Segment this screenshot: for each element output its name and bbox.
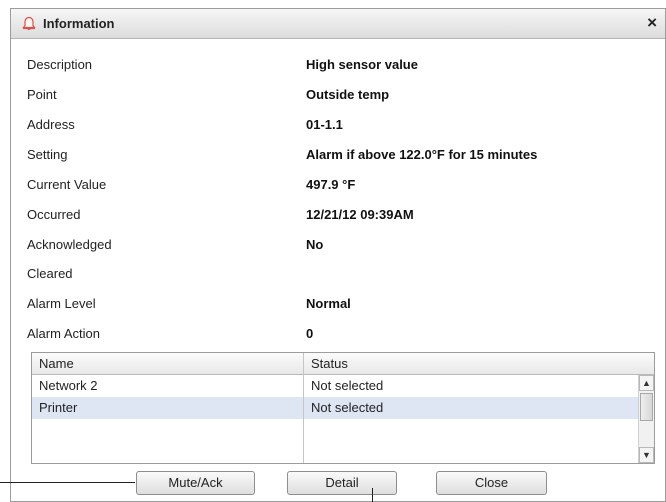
field-label: Address (27, 117, 75, 132)
field-acknowledged: Acknowledged No (27, 235, 647, 255)
field-label: Alarm Level (27, 296, 96, 311)
field-value: 0 (306, 326, 314, 341)
field-setting: Setting Alarm if above 122.0°F for 15 mi… (27, 145, 647, 165)
empty-table-area (32, 419, 304, 463)
field-point: Point Outside temp (27, 85, 647, 105)
callout-line-mute (0, 482, 135, 483)
scroll-down-icon[interactable]: ▼ (639, 447, 654, 463)
dialog-titlebar[interactable]: Information × (11, 9, 665, 39)
field-value: 12/21/12 09:39AM (306, 207, 414, 222)
field-label: Occurred (27, 207, 81, 222)
field-label: Acknowledged (27, 237, 112, 252)
scrollbar-thumb[interactable] (640, 393, 653, 421)
cell-status: Not selected (311, 378, 384, 393)
information-dialog: Information × Description High sensor va… (10, 8, 666, 502)
close-button[interactable]: Close (436, 471, 547, 495)
field-value: 497.9 °F (306, 177, 356, 192)
field-label: Current Value (27, 177, 107, 192)
table-header: Name Status (32, 353, 654, 375)
mute-ack-button[interactable]: Mute/Ack (136, 471, 255, 495)
field-occurred: Occurred 12/21/12 09:39AM (27, 205, 647, 225)
column-header-name[interactable]: Name (32, 353, 304, 375)
field-label: Cleared (27, 266, 73, 281)
field-description: Description High sensor value (27, 55, 647, 75)
cell-name: Network 2 (32, 375, 304, 397)
field-value: Outside temp (306, 87, 390, 102)
column-header-status[interactable]: Status (304, 353, 654, 375)
detail-button[interactable]: Detail (287, 471, 397, 495)
callout-line-detail (372, 488, 373, 502)
cell-name: Printer (32, 397, 304, 419)
scroll-up-icon[interactable]: ▲ (639, 375, 654, 391)
close-icon[interactable]: × (647, 13, 657, 33)
field-value: 01-1.1 (306, 117, 343, 132)
bell-icon (21, 16, 37, 32)
field-value: High sensor value (306, 57, 418, 72)
dialog-title: Information (43, 16, 115, 31)
field-address: Address 01-1.1 (27, 115, 647, 135)
field-alarm-level: Alarm Level Normal (27, 294, 647, 314)
field-cleared: Cleared (27, 264, 647, 284)
field-label: Description (27, 57, 93, 72)
field-label: Alarm Action (27, 326, 100, 341)
field-label: Point (27, 87, 57, 102)
field-value: No (306, 237, 324, 252)
table-scrollbar[interactable]: ▲ ▼ (638, 375, 654, 463)
table-row[interactable]: Network 2 Not selected (32, 375, 639, 397)
notification-table: Name Status Network 2 Not selected Print… (31, 352, 655, 464)
field-label: Setting (27, 147, 68, 162)
field-value: Alarm if above 122.0°F for 15 minutes (306, 147, 538, 162)
cell-status: Not selected (311, 400, 384, 415)
table-row[interactable]: Printer Not selected (32, 397, 639, 419)
field-value: Normal (306, 296, 351, 311)
field-current-value: Current Value 497.9 °F (27, 175, 647, 195)
field-alarm-action: Alarm Action 0 (27, 324, 647, 344)
